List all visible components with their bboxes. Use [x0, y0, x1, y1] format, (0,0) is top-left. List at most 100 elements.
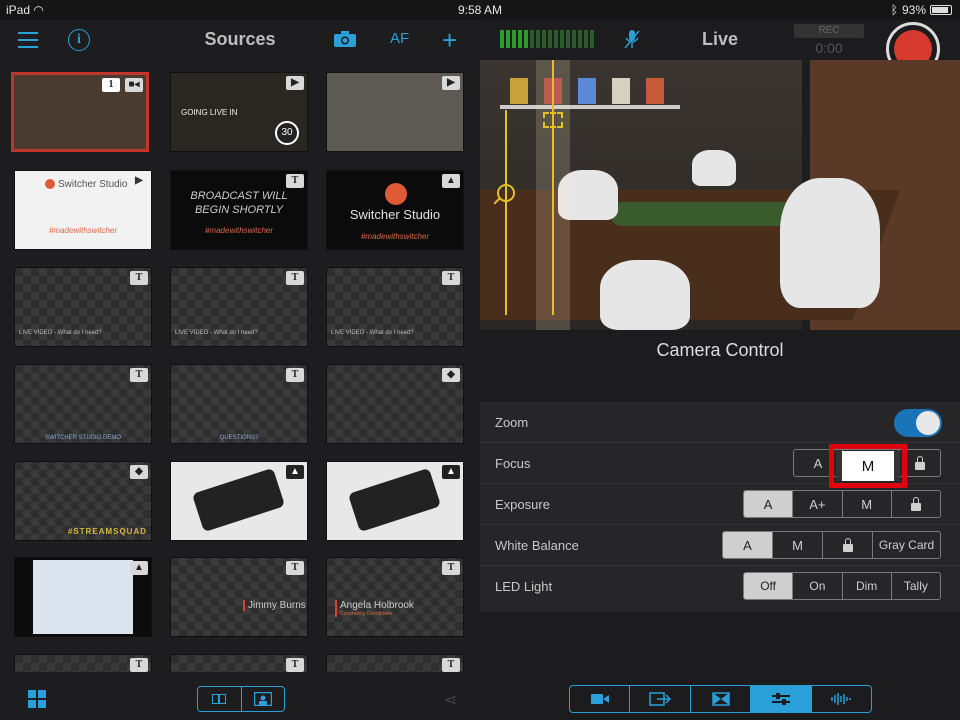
source-tile-title[interactable]: T	[14, 654, 152, 672]
name-text: Angela Holbrook	[340, 600, 414, 611]
audio-wave-icon	[831, 693, 852, 705]
camera-icon[interactable]	[333, 30, 357, 48]
lock-icon	[842, 537, 853, 552]
white-balance-segmented[interactable]: A M Gray Card	[722, 531, 941, 559]
zoom-label: Zoom	[495, 415, 529, 430]
exposure-row: Exposure A A+ M	[480, 484, 960, 525]
title-icon: T	[286, 174, 304, 188]
name-card: Jimmy Burns	[243, 600, 306, 611]
led-on-option[interactable]: On	[792, 573, 841, 599]
exposure-lock-option[interactable]	[890, 491, 940, 517]
source-tile-diagram[interactable]: ▲	[14, 557, 152, 637]
title-icon: T	[442, 271, 460, 285]
hashtag-text: #madewithswitcher	[48, 226, 118, 235]
source-tile-product[interactable]: ▲	[326, 461, 464, 541]
mic-muted-icon[interactable]	[624, 28, 640, 50]
source-tile-title[interactable]: LIVE VIDEO - What do I need? T	[326, 267, 464, 347]
focus-manual-highlight[interactable]: M	[829, 444, 907, 488]
exposure-label: Exposure	[495, 497, 550, 512]
view-mode-switch[interactable]	[197, 686, 285, 712]
broadcast-line1: BROADCAST WILL	[190, 190, 288, 202]
image-icon: ▲	[442, 465, 460, 479]
white-balance-row: White Balance A M Gray Card	[480, 525, 960, 566]
sources-footer: ⋖	[0, 680, 480, 720]
zoom-toggle[interactable]	[894, 409, 942, 437]
image-icon: ▲	[130, 561, 148, 575]
source-tile-city-video[interactable]: ▶	[326, 72, 464, 152]
source-tile-layers[interactable]: ◆	[326, 364, 464, 444]
exposure-auto-option[interactable]: A	[744, 491, 793, 517]
led-dim-option[interactable]: Dim	[841, 573, 891, 599]
live-footer	[480, 680, 960, 720]
source-tile-switcher-black[interactable]: Switcher Studio #madewithswitcher ▲	[326, 170, 464, 250]
wb-manual-option[interactable]: M	[772, 532, 822, 558]
title-icon: T	[130, 271, 148, 285]
tile-caption: QUESTIONS?	[219, 435, 259, 441]
sliders-icon	[771, 693, 790, 705]
source-tile-layers[interactable]: #STREAMSQUAD ◆	[14, 461, 152, 541]
source-tile-broadcast[interactable]: BROADCAST WILL BEGIN SHORTLY #madewithswi…	[170, 170, 308, 250]
source-tile-title[interactable]: QUESTIONS? T	[170, 364, 308, 444]
led-row: LED Light Off On Dim Tally	[480, 566, 960, 607]
camera-settings: Zoom Focus A Exposure A A+ M White Balan…	[480, 402, 960, 612]
tab-camera[interactable]	[570, 686, 629, 712]
exposure-manual-option[interactable]: M	[841, 491, 891, 517]
broadcast-line2: BEGIN SHORTLY	[194, 204, 284, 216]
hashtag-text: #madewithswitcher	[360, 232, 430, 241]
led-segmented[interactable]: Off On Dim Tally	[743, 572, 941, 600]
source-tile-title[interactable]: LIVE VIDEO - What do I need? T	[14, 267, 152, 347]
preview-books	[510, 78, 664, 104]
tile-caption: LIVE VIDEO - What do I need?	[175, 330, 258, 336]
camera-preview[interactable]	[480, 60, 960, 330]
live-tab-bar[interactable]	[569, 685, 872, 713]
led-off-option[interactable]: Off	[744, 573, 793, 599]
wb-gray-card-option[interactable]: Gray Card	[872, 532, 940, 558]
af-button[interactable]: AF	[390, 30, 409, 47]
transition-icon	[711, 692, 730, 706]
source-tile-title[interactable]: T	[326, 654, 464, 672]
source-tile-lower-third[interactable]: Jimmy Burns T	[170, 557, 308, 637]
grid-view-icon[interactable]	[28, 690, 46, 708]
sources-header: i Sources AF +	[0, 20, 480, 60]
title-icon: T	[286, 561, 304, 575]
source-tile-title[interactable]: T	[170, 654, 308, 672]
single-view-icon[interactable]	[240, 687, 285, 711]
title-icon: T	[442, 658, 460, 672]
zoom-row: Zoom	[480, 402, 960, 443]
focus-slider-line	[552, 60, 554, 315]
wb-lock-option[interactable]	[822, 532, 872, 558]
going-live-text: GOING LIVE IN	[181, 108, 238, 117]
led-tally-option[interactable]: Tally	[890, 573, 940, 599]
split-view-icon[interactable]	[198, 687, 241, 711]
preview-chair	[780, 178, 880, 308]
source-tile-switcher-logo[interactable]: Switcher Studio #madewithswitcher ▶	[14, 170, 152, 250]
rec-time: 0:00	[815, 40, 843, 56]
tab-output[interactable]	[629, 686, 689, 712]
audio-meter-icon	[500, 30, 594, 48]
tab-audio[interactable]	[810, 686, 871, 712]
live-header: Live REC 0:00	[480, 20, 960, 76]
preview-chair	[692, 150, 736, 186]
focus-target-icon[interactable]	[543, 112, 563, 128]
lock-icon	[914, 455, 925, 470]
share-icon[interactable]: ⋖	[444, 690, 457, 710]
status-bar: iPad ◠ 9:58 AM ᛒ 93%	[0, 0, 960, 20]
focus-manual-label: M	[836, 451, 900, 481]
source-tile-title[interactable]: LIVE VIDEO - What do I need? T	[170, 267, 308, 347]
zoom-magnifier-icon[interactable]	[497, 184, 515, 202]
source-tile-product[interactable]: ▲	[170, 461, 308, 541]
title-icon: T	[130, 658, 148, 672]
source-tile-camera[interactable]: 1 ■◂	[11, 72, 149, 152]
tile-caption: LIVE VIDEO - What do I need?	[331, 330, 414, 336]
wb-auto-option[interactable]: A	[723, 532, 772, 558]
broadcast-text: BROADCAST WILL BEGIN SHORTLY	[179, 189, 299, 217]
add-source-icon[interactable]: +	[442, 25, 457, 56]
source-tile-title[interactable]: SWITCHER STUDIO DEMO T	[14, 364, 152, 444]
tab-adjustments[interactable]	[750, 686, 811, 712]
exposure-segmented[interactable]: A A+ M	[743, 490, 941, 518]
tab-transitions[interactable]	[689, 686, 750, 712]
source-tile-going-live[interactable]: GOING LIVE IN 30 ▶	[170, 72, 308, 152]
exposure-auto-plus-option[interactable]: A+	[792, 491, 841, 517]
source-tile-lower-third[interactable]: Angela Holbrook Community Coordinator T	[326, 557, 464, 637]
streamsquad-text: #STREAMSQUAD	[67, 527, 147, 536]
